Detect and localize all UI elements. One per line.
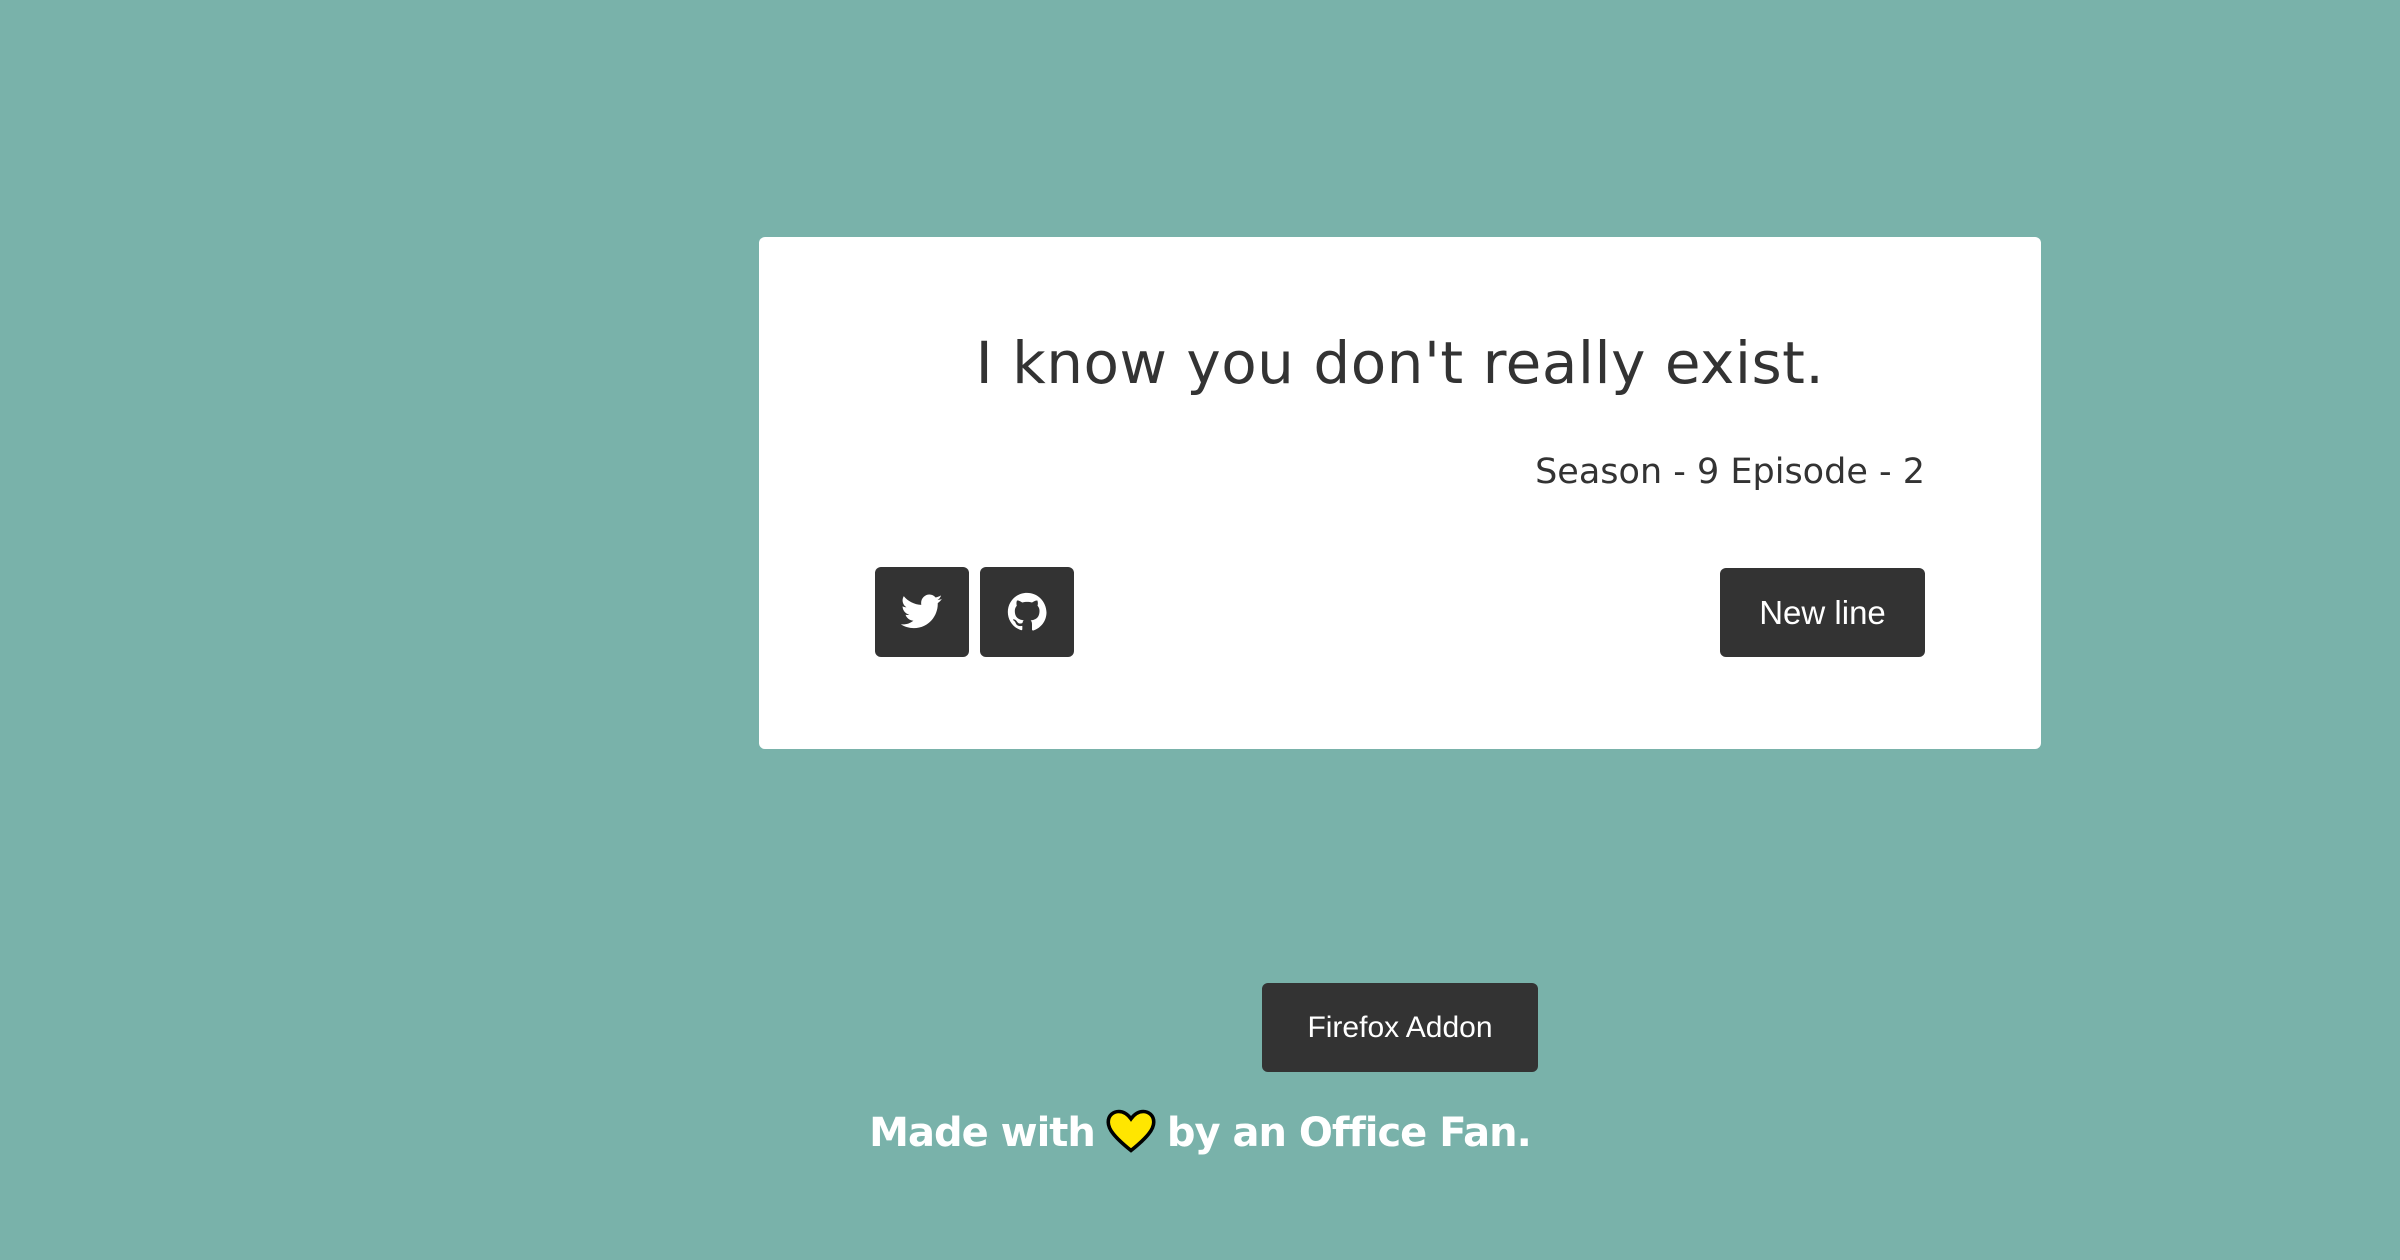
new-line-button[interactable]: New line [1720,568,1925,657]
firefox-addon-button[interactable]: Firefox Addon [1262,983,1538,1072]
github-link-button[interactable] [980,567,1074,657]
github-icon [1007,592,1047,631]
footer-by-office-fan: by an Office Fan. [1166,1110,1532,1156]
footer: Made with by an Office Fan. [0,1108,2400,1156]
quote-card: I know you don't really exist. Season - … [759,237,2041,749]
footer-made-with: Made with [869,1110,1096,1156]
quote-text: I know you don't really exist. [975,329,1825,397]
twitter-share-button[interactable] [875,567,969,657]
twitter-icon [901,594,943,629]
episode-label: Season - 9 Episode - 2 [1535,452,1925,492]
heart-icon [1106,1109,1156,1153]
